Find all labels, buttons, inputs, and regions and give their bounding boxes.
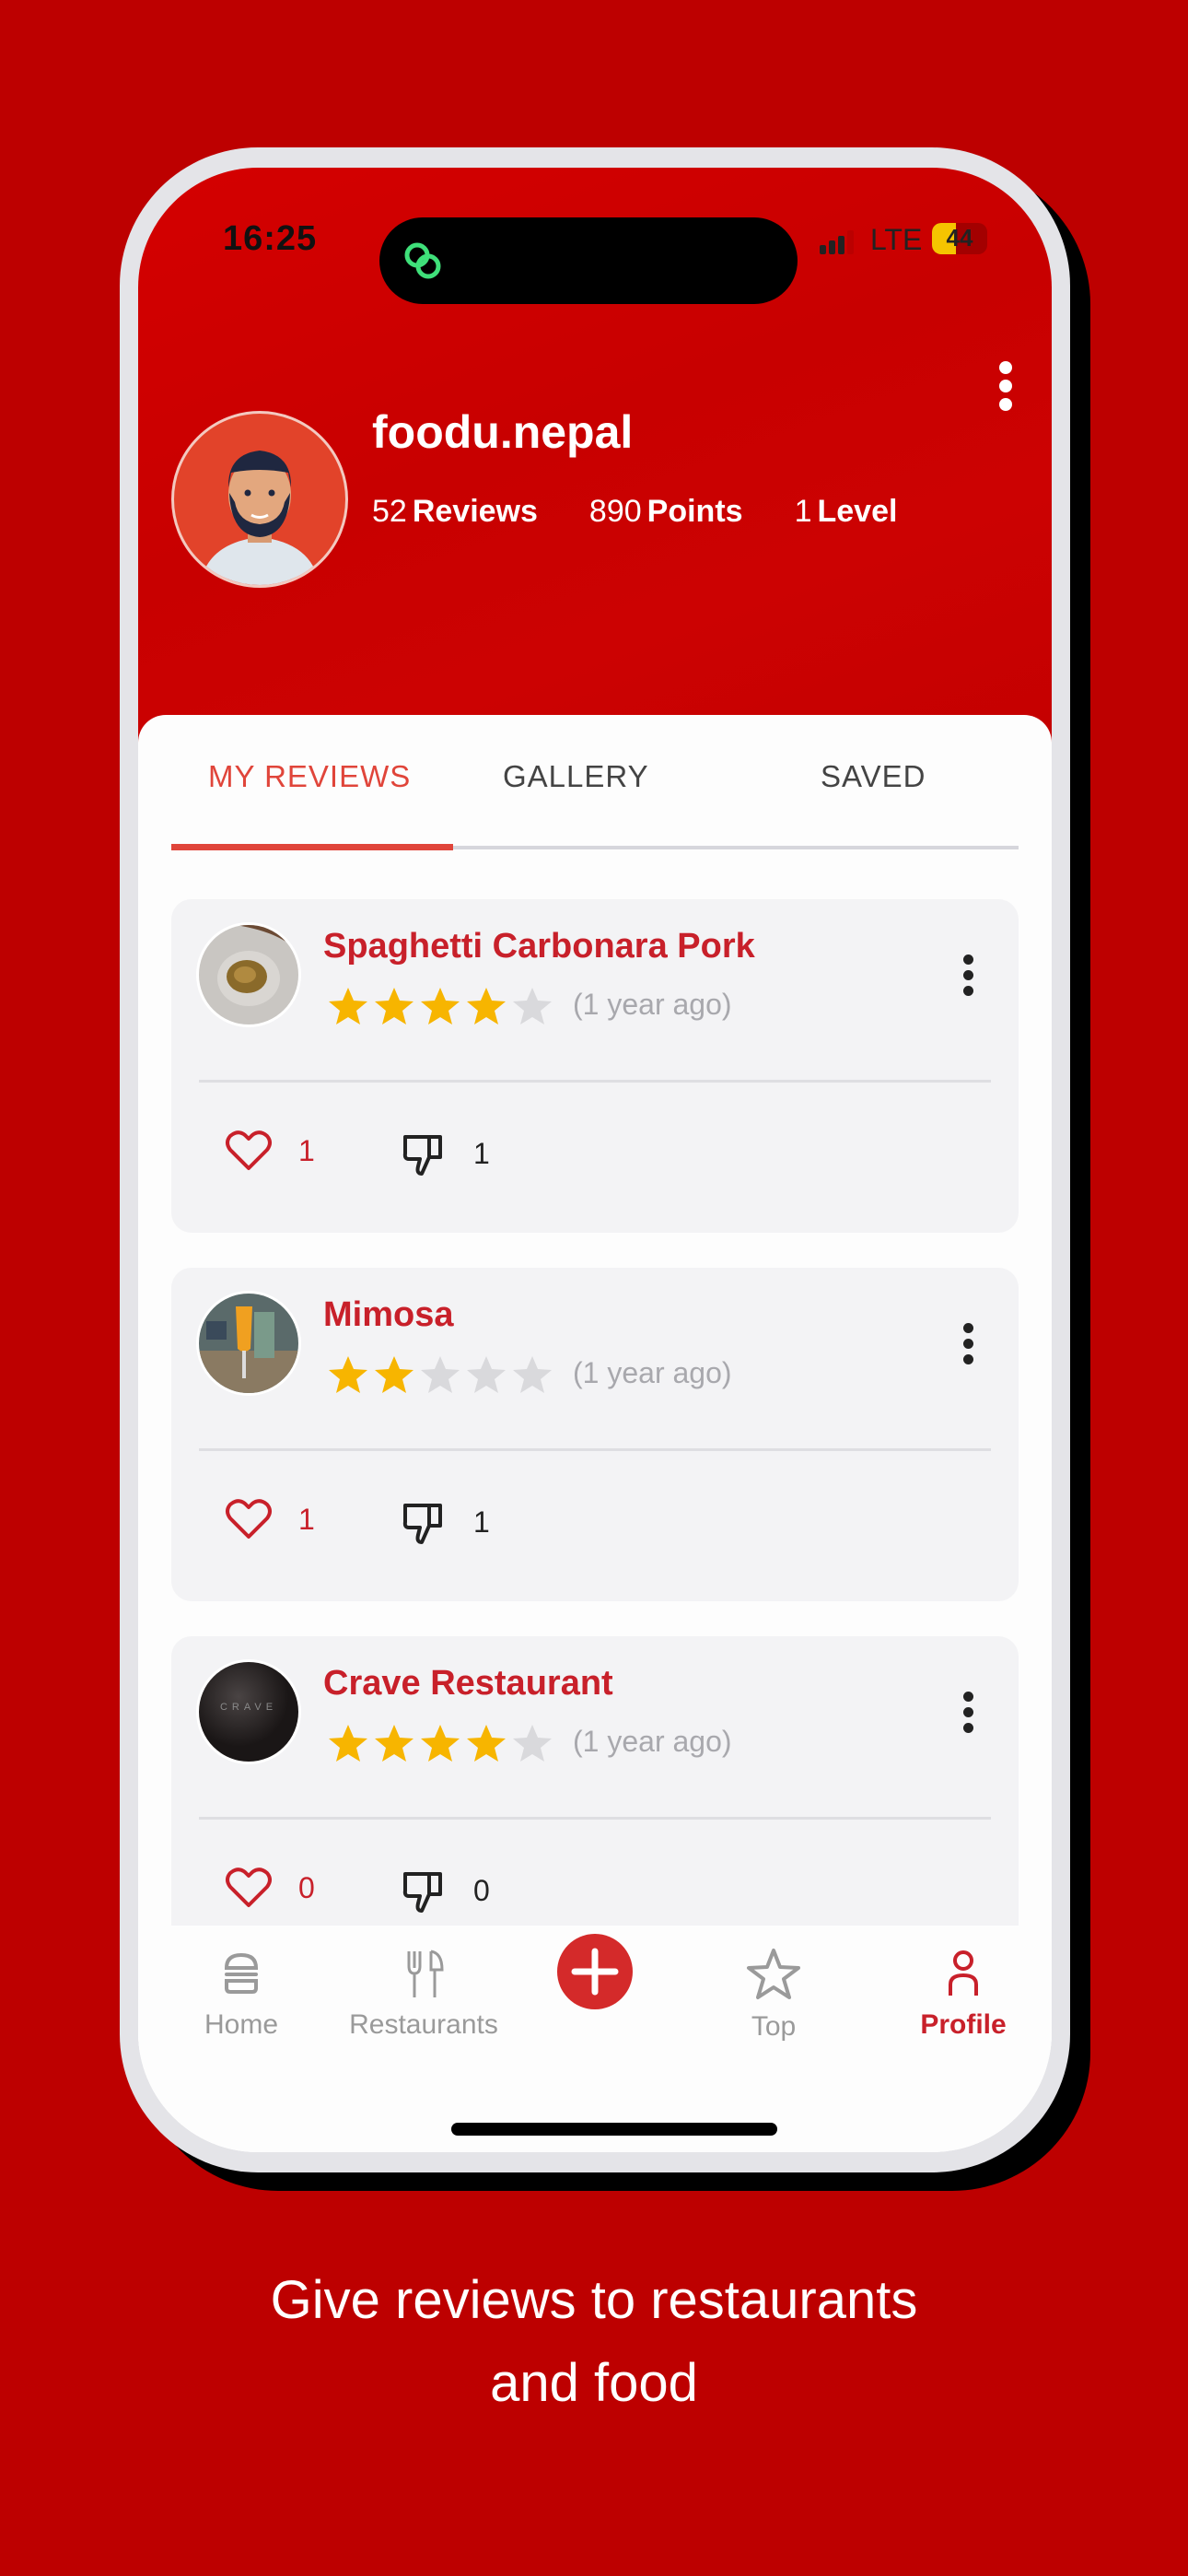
profile-stats: 52 Reviews 890 Points 1 Level (372, 494, 897, 530)
bottom-nav: Home Restaurants Top Profile (138, 1926, 1052, 2152)
like-button[interactable]: 1 (225, 1130, 315, 1172)
star-rating (326, 1721, 554, 1765)
nav-home[interactable]: Home (186, 1948, 297, 2041)
review-card[interactable]: CRAVE Crave Restaurant (1 year ago) 0 0 (171, 1636, 1019, 1970)
star-filled-icon (421, 988, 460, 1025)
app-screen: 16:25 LTE 44 foodu.nepal 52 Reviews 890 … (138, 168, 1052, 2152)
nav-profile[interactable]: Profile (908, 1948, 1019, 2041)
star-filled-icon (375, 988, 413, 1025)
star-filled-icon (375, 1725, 413, 1762)
thumbs-down-icon (402, 1135, 442, 1176)
review-title[interactable]: Mimosa (323, 1295, 453, 1335)
nav-top-label: Top (751, 2011, 797, 2042)
review-menu-button[interactable] (963, 1323, 976, 1370)
stat-reviews[interactable]: 52 Reviews (372, 494, 538, 530)
phone-frame: 16:25 LTE 44 foodu.nepal 52 Reviews 890 … (120, 147, 1070, 2172)
review-time-ago: (1 year ago) (573, 1725, 732, 1758)
review-card[interactable]: Mimosa (1 year ago) 1 1 (171, 1268, 1019, 1601)
star-outline-icon (747, 1949, 800, 1999)
like-button[interactable]: 1 (225, 1498, 315, 1540)
burger-icon (224, 1952, 259, 1994)
review-time-ago: (1 year ago) (573, 988, 732, 1021)
card-divider (199, 1080, 991, 1083)
status-time: 16:25 (223, 219, 318, 258)
tab-underline (171, 844, 1019, 850)
nav-restaurants-label: Restaurants (349, 2009, 498, 2040)
stat-level[interactable]: 1 Level (795, 494, 898, 530)
dynamic-island (379, 217, 798, 304)
star-rating (326, 984, 554, 1028)
like-count: 1 (298, 1133, 315, 1167)
like-count: 1 (298, 1502, 315, 1536)
battery-level: 44 (946, 224, 973, 252)
stat-points[interactable]: 890 Points (589, 494, 743, 530)
star-empty-icon (467, 1356, 506, 1393)
like-button[interactable]: 0 (225, 1867, 315, 1909)
review-thumbnail[interactable]: CRAVE (199, 1662, 298, 1762)
thumbs-down-icon (402, 1872, 442, 1913)
battery-icon: 44 (932, 223, 987, 254)
profile-header: 16:25 LTE 44 foodu.nepal 52 Reviews 890 … (138, 168, 1052, 757)
home-indicator[interactable] (451, 2123, 777, 2136)
heart-outline-icon (226, 1499, 272, 1539)
star-filled-icon (421, 1725, 460, 1762)
star-empty-icon (513, 988, 552, 1025)
star-filled-icon (329, 1725, 367, 1762)
nav-home-label: Home (204, 2009, 279, 2040)
review-card[interactable]: Spaghetti Carbonara Pork (1 year ago) 1 1 (171, 899, 1019, 1233)
dislike-button[interactable]: 1 (402, 1498, 490, 1546)
person-icon (949, 1950, 978, 1996)
dislike-button[interactable]: 1 (402, 1130, 490, 1177)
dislike-count: 0 (473, 1873, 490, 1907)
star-empty-icon (513, 1725, 552, 1762)
heart-outline-icon (226, 1868, 272, 1907)
card-divider (199, 1448, 991, 1451)
star-filled-icon (329, 1356, 367, 1393)
dislike-count: 1 (473, 1505, 490, 1539)
profile-menu-button[interactable] (996, 361, 1015, 416)
nav-top[interactable]: Top (728, 1948, 820, 2043)
heart-outline-icon (226, 1130, 272, 1170)
star-empty-icon (421, 1356, 460, 1393)
star-rating (326, 1352, 554, 1397)
link-rings-icon (404, 242, 441, 279)
star-filled-icon (467, 988, 506, 1025)
star-filled-icon (375, 1356, 413, 1393)
review-time-ago: (1 year ago) (573, 1356, 732, 1389)
add-circle-icon (557, 1934, 633, 2009)
review-thumbnail[interactable] (199, 1294, 298, 1393)
card-divider (199, 1817, 991, 1820)
network-label: LTE (870, 223, 923, 256)
review-menu-button[interactable] (963, 954, 976, 1001)
tab-my-reviews[interactable]: MY REVIEWS (208, 759, 411, 794)
review-menu-button[interactable] (963, 1692, 976, 1739)
review-title[interactable]: Spaghetti Carbonara Pork (323, 927, 755, 966)
marketing-caption: Give reviews to restaurants and food (0, 2259, 1188, 2425)
avatar-illustration-icon (200, 451, 320, 585)
nav-restaurants[interactable]: Restaurants (332, 1948, 516, 2041)
profile-tabs: MY REVIEWS GALLERY SAVED (171, 715, 1019, 851)
svg-text:CRAVE: CRAVE (220, 1702, 277, 1713)
avatar[interactable] (171, 411, 348, 588)
caption-line-1: Give reviews to restaurants (270, 2270, 918, 2330)
nav-profile-label: Profile (920, 2009, 1007, 2040)
review-title[interactable]: Crave Restaurant (323, 1664, 613, 1704)
like-count: 0 (298, 1870, 315, 1904)
username: foodu.nepal (372, 406, 634, 458)
star-filled-icon (329, 988, 367, 1025)
caption-line-2: and food (490, 2353, 698, 2413)
dislike-count: 1 (473, 1136, 490, 1170)
tab-gallery[interactable]: GALLERY (503, 759, 649, 794)
signal-icon (820, 230, 858, 254)
dislike-button[interactable]: 0 (402, 1867, 490, 1914)
tab-active-indicator (171, 844, 453, 850)
thumbs-down-icon (402, 1504, 442, 1544)
fork-knife-icon (407, 1950, 444, 1997)
star-filled-icon (467, 1725, 506, 1762)
nav-add-review[interactable] (556, 1933, 634, 2015)
star-empty-icon (513, 1356, 552, 1393)
tab-saved[interactable]: SAVED (821, 759, 926, 794)
review-thumbnail[interactable] (199, 925, 298, 1025)
status-bar: 16:25 LTE 44 (138, 168, 1052, 304)
